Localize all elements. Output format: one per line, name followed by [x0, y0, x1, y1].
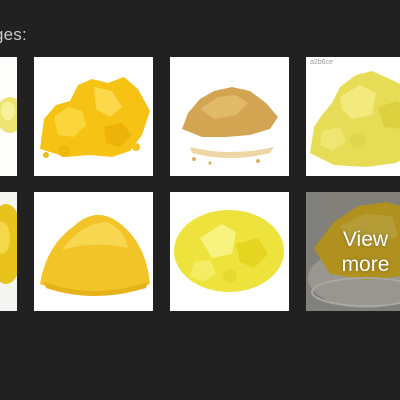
yellow-powder-image	[170, 192, 289, 311]
thumb-r1-c1[interactable]	[34, 57, 153, 176]
tan-powder-image	[170, 57, 289, 176]
thumb-r2-c2[interactable]	[170, 192, 289, 311]
view-more-line2: more	[341, 252, 390, 276]
yellow-powder-image	[306, 57, 400, 176]
yellow-powder-image	[0, 192, 17, 311]
view-more-label: View more	[306, 192, 400, 311]
yellow-powder-image	[34, 57, 153, 176]
yellow-powder-image	[0, 57, 17, 176]
watermark-text: a2b6ce	[310, 59, 333, 66]
thumb-r2-c1[interactable]	[34, 192, 153, 311]
thumb-r1-c2[interactable]	[170, 57, 289, 176]
view-more-tile[interactable]: View more	[306, 192, 400, 311]
view-more-line1: View	[342, 227, 389, 251]
yellow-powder-image	[34, 192, 153, 311]
thumb-r1-c3[interactable]: a2b6ce	[306, 57, 400, 176]
section-label: ges:	[0, 25, 27, 44]
thumb-r2-c0[interactable]	[0, 192, 17, 311]
thumb-r1-c0[interactable]	[0, 57, 17, 176]
image-results-panel: ges:	[0, 0, 400, 400]
